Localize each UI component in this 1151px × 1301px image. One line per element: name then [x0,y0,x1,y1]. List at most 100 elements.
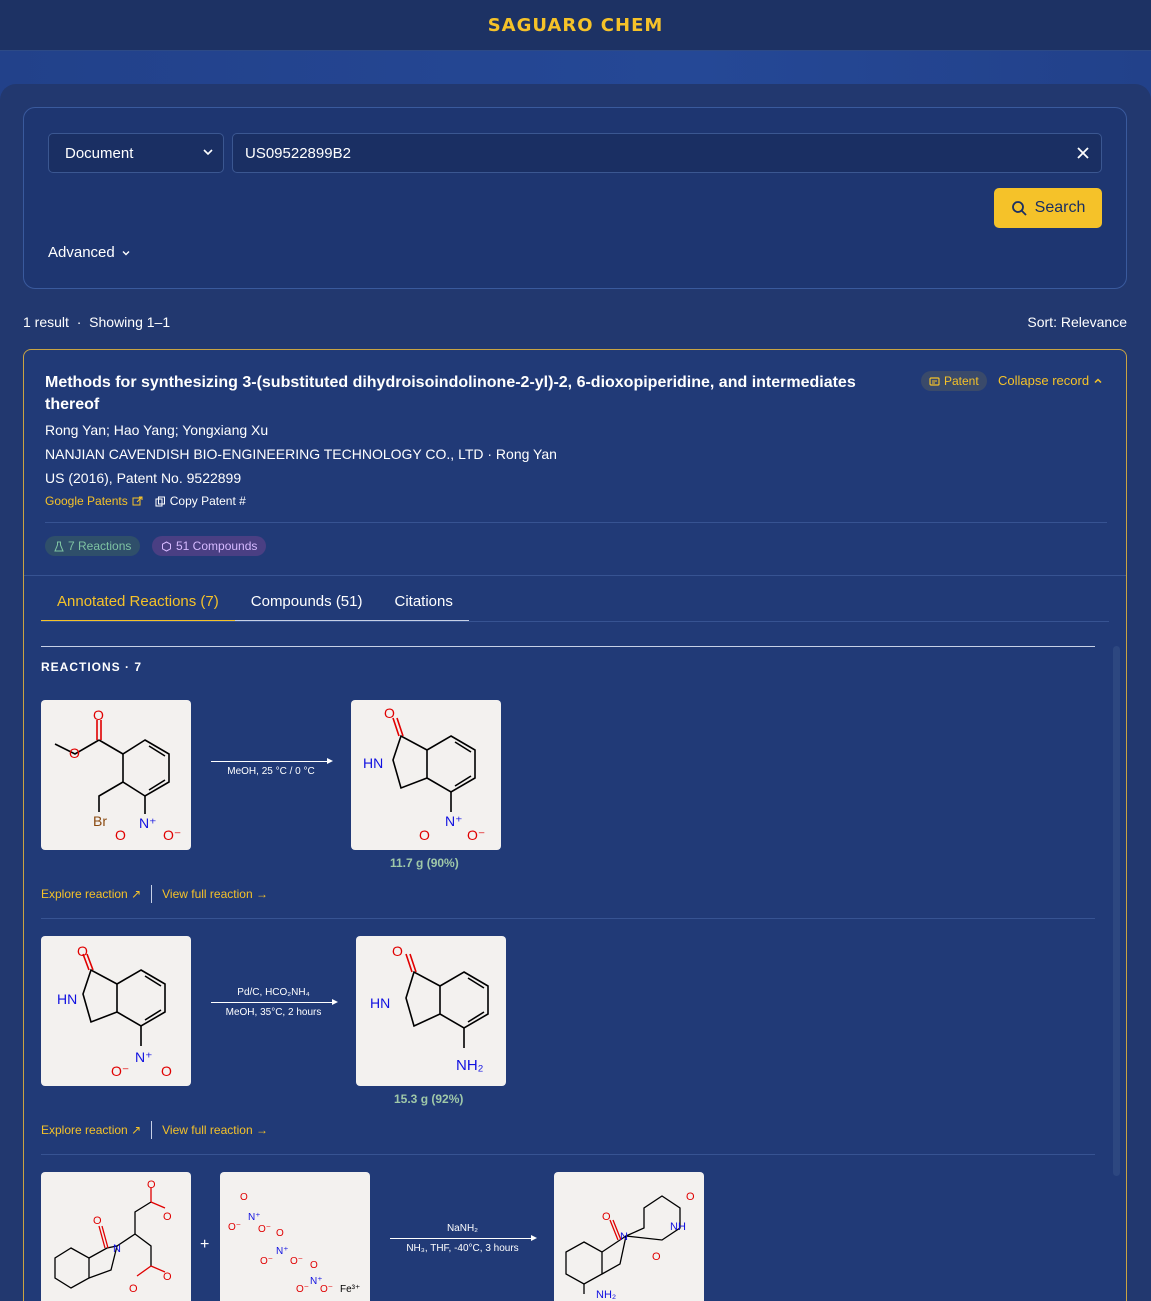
atom-o: O [384,705,395,721]
record-assignee: NANJIAN CAVENDISH BIO-ENGINEERING TECHNO… [45,446,557,462]
atom-o: O [147,1179,156,1191]
search-icon [1011,201,1027,216]
plus-sign: + [200,1236,210,1253]
search-button-label: Search [1034,199,1086,216]
result-count: 1 result · Showing 1–1 [23,314,170,330]
atom-o: O [77,943,88,959]
reactions-pill-label: 7 Reactions [68,539,132,553]
reactions-header: REACTIONS · 7 [41,660,143,674]
explore-label: Explore reaction [41,1123,128,1137]
meta-separator: · [72,314,86,330]
conditions-bottom: MeOH, 35°C, 2 hours [225,1007,322,1018]
hexagon-icon [162,540,171,552]
patent-badge: Patent [921,371,987,391]
atom-hn: HN [363,755,383,771]
conditions-top [211,745,331,757]
molecule-drawing: O HN N⁺ O O⁻ [363,705,485,843]
showing-label: Showing 1–1 [89,314,171,330]
atom-n: N [620,1231,628,1243]
reactions-pill[interactable]: 7 Reactions [45,536,141,556]
reaction-yield: 11.7 g (90%) [390,856,459,870]
explore-reaction-link[interactable]: Explore reaction ↗ [41,1123,141,1137]
arrow-right-icon: → [255,887,268,901]
atom-nh: NH [670,1221,686,1233]
atom-o-minus: O⁻ [111,1063,129,1079]
atom-o-minus: O⁻ [163,827,181,843]
atom-o: O [93,707,104,723]
atom-o-minus: O⁻ [258,1224,271,1235]
search-type-select[interactable]: Document [48,133,224,173]
top-bar: SAGUARO CHEM [0,0,1151,51]
search-button[interactable]: Search [994,188,1102,228]
reaction-arrow: MeOH, 25 °C / 0 °C [211,745,333,777]
reactant-structure[interactable]: O O Br N⁺ O O⁻ [41,700,191,850]
reaction-arrow: NaNH₂ NH₃, THF, -40°C, 3 hours [390,1223,537,1254]
explore-label: Explore reaction [41,887,128,901]
view-label: View full reaction [162,887,253,901]
arrow-line [211,999,338,1005]
reactant-structure[interactable]: O HN N⁺ O⁻ O [41,936,191,1086]
product-structure[interactable]: O HN NH₂ [356,936,506,1086]
tab-annotated-reactions[interactable]: Annotated Reactions (7) [41,582,235,622]
reactant-structure[interactable]: O N O O O O [41,1172,191,1301]
result-count-label: 1 result [23,314,69,330]
collapse-record-button[interactable]: Collapse record [998,373,1103,388]
result-record: Methods for synthesizing 3-(substituted … [23,349,1127,1301]
external-link-icon [132,496,143,505]
view-full-reaction-link[interactable]: View full reaction → [162,1123,268,1137]
patent-icon [929,376,940,386]
sort-control[interactable]: Sort: Relevance [1027,314,1127,330]
copy-icon [155,496,165,506]
search-type-value: Document [65,144,134,162]
arrow-up-right-icon: ↗ [131,1123,142,1137]
tab-compounds[interactable]: Compounds (51) [234,582,379,622]
explore-reaction-link[interactable]: Explore reaction ↗ [41,887,141,901]
atom-o: O [129,1283,138,1295]
atom-n-plus: N⁺ [248,1212,261,1223]
atom-o: O [69,745,80,761]
atom-o: O [115,827,126,843]
copy-patent-button[interactable]: Copy Patent # [155,494,246,508]
atom-o: O [163,1211,172,1223]
google-patents-label: Google Patents [45,494,128,508]
conditions-bottom: MeOH, 25 °C / 0 °C [227,766,315,777]
chevron-up-icon [1094,377,1102,383]
product-structure[interactable]: O HN N⁺ O O⁻ [351,700,501,850]
atom-n-plus: N⁺ [276,1246,289,1257]
conditions-top: NaNH₂ [446,1223,479,1234]
atom-o-minus: O⁻ [290,1256,303,1267]
reagent-structure[interactable]: O N⁺ O⁻ O⁻ O N⁺ O⁻ O⁻ O N⁺ O⁻ O⁻ Fe³⁺ [220,1172,370,1301]
atom-hn: HN [370,995,390,1011]
reaction-separator [41,1154,1095,1155]
product-structure[interactable]: O N O NH O NH₂ [554,1172,704,1301]
atom-br: Br [93,813,107,829]
view-full-reaction-link[interactable]: View full reaction → [162,887,268,901]
compounds-pill-label: 51 Compounds [176,539,258,553]
record-section-divider [24,575,1126,576]
google-patents-link[interactable]: Google Patents [45,494,143,508]
advanced-toggle[interactable]: Advanced [48,244,131,261]
reactions-top-line [41,646,1095,647]
compounds-pill[interactable]: 51 Compounds [152,536,267,556]
record-links: Google Patents Copy Patent # [45,494,246,508]
advanced-label: Advanced [48,244,115,261]
clear-icon[interactable] [1077,144,1089,162]
atom-o: O [93,1215,102,1227]
arrow-line [390,1235,537,1241]
molecule-drawing: O N⁺ O⁻ O⁻ O N⁺ O⁻ O⁻ O N⁺ O⁻ O⁻ Fe³⁺ [228,1192,360,1295]
atom-o-minus: O⁻ [467,827,485,843]
record-title[interactable]: Methods for synthesizing 3-(substituted … [45,372,895,416]
atom-o-minus: O⁻ [228,1222,241,1233]
reactions-scrollbar[interactable] [1113,646,1120,1176]
atom-nh2: NH₂ [596,1289,616,1301]
search-input[interactable]: US09522899B2 [232,133,1102,173]
actions-divider [151,885,153,903]
reaction-actions: Explore reaction ↗ View full reaction → [41,1121,268,1139]
atom-n-plus: N⁺ [139,815,157,831]
brand-logo[interactable]: SAGUARO CHEM [488,15,664,36]
reaction-arrow: Pd/C, HCO₂NH₄ MeOH, 35°C, 2 hours [211,987,338,1018]
atom-o: O [310,1260,318,1271]
copy-patent-label: Copy Patent # [169,494,246,508]
record-authors: Rong Yan; Hao Yang; Yongxiang Xu [45,422,269,438]
tab-citations[interactable]: Citations [378,582,469,622]
